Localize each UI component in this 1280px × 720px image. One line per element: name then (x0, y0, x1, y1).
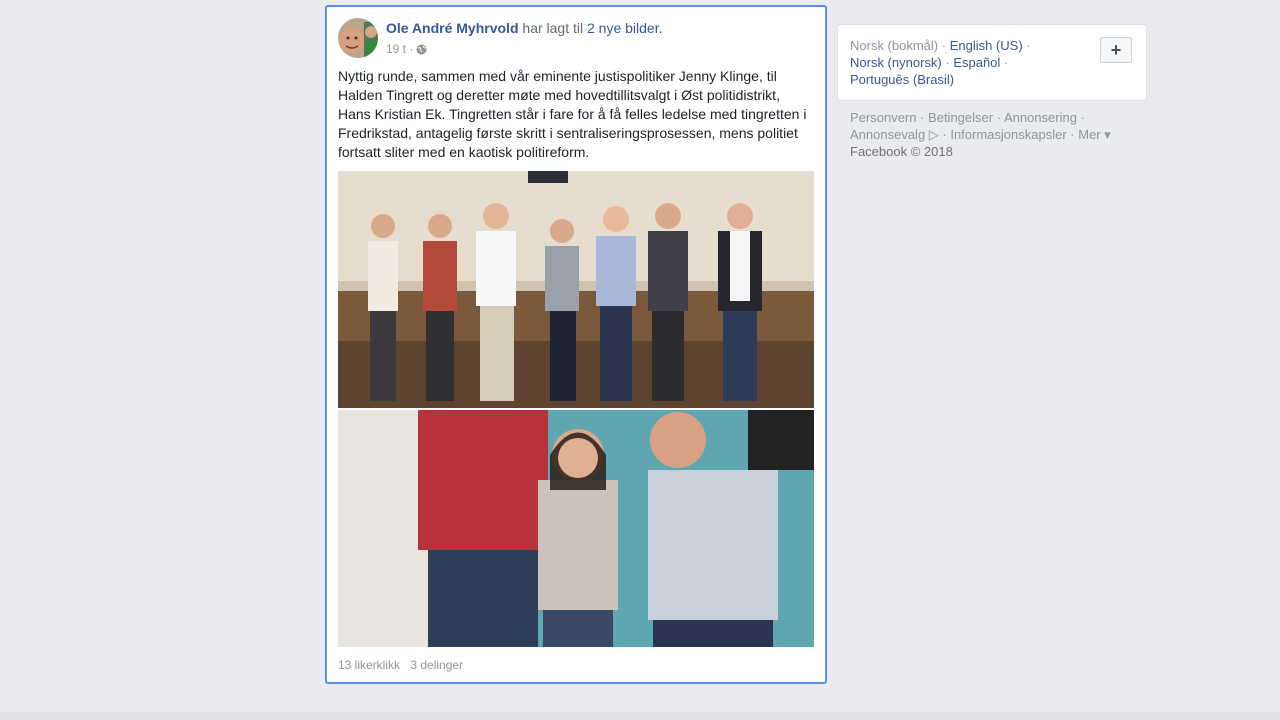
language-list: Norsk (bokmål) · English (US) · Norsk (n… (850, 38, 1031, 87)
post-stats: 13 likerklikk 3 delinger (338, 658, 463, 672)
post-header: Ole André Myhrvold har lagt til 2 nye bi… (386, 20, 663, 36)
post-photo-2[interactable] (338, 410, 814, 647)
post-photo-1[interactable] (338, 171, 814, 408)
footer-link-personvern[interactable]: Personvern (850, 110, 916, 125)
shares-count[interactable]: 3 delinger (410, 658, 463, 672)
current-language: Norsk (bokmål) (850, 38, 939, 53)
avatar[interactable] (338, 18, 378, 58)
adchoices-icon: ▷ (925, 127, 939, 142)
bottom-bar (0, 712, 1280, 720)
copyright: Facebook © 2018 (850, 144, 953, 159)
footer-link-betingelser[interactable]: Betingelser (928, 110, 993, 125)
post-text: Nyttig runde, sammen med vår eminente ju… (338, 68, 807, 160)
footer-link-informasjonskapsler[interactable]: Informasjonskapsler (950, 127, 1066, 142)
add-language-button[interactable]: + (1100, 37, 1132, 63)
footer-links: Personvern · Betingelser · Annonsering ·… (850, 110, 1111, 159)
post-card: Ole André Myhrvold har lagt til 2 nye bi… (325, 5, 827, 684)
language-selector: Norsk (bokmål) · English (US) · Norsk (n… (837, 24, 1147, 101)
footer-link-annonsering[interactable]: Annonsering (1004, 110, 1077, 125)
author-name[interactable]: Ole André Myhrvold (386, 20, 519, 36)
language-link-nynorsk[interactable]: Norsk (nynorsk) (850, 55, 942, 70)
footer-link-mer[interactable]: Mer (1078, 127, 1100, 142)
post-meta: 19 t · (386, 42, 427, 56)
caret-down-icon[interactable]: ▾ (1101, 127, 1111, 142)
globe-icon[interactable] (416, 44, 427, 55)
language-link-english[interactable]: English (US) (950, 38, 1023, 53)
language-link-portugues[interactable]: Português (Brasil) (850, 72, 954, 87)
footer-link-annonsevalg[interactable]: Annonsevalg (850, 127, 925, 142)
likes-count[interactable]: 13 likerklikk (338, 658, 400, 672)
language-link-espanol[interactable]: Español (953, 55, 1000, 70)
post-action: har lagt til (522, 20, 584, 36)
post-timestamp[interactable]: 19 t · (386, 42, 413, 56)
photos-link[interactable]: 2 nye bilder. (587, 20, 663, 36)
